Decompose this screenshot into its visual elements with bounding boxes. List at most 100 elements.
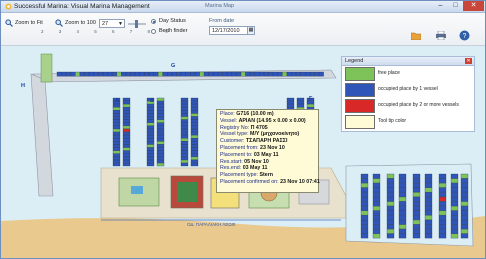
berth-slot[interactable] (180, 144, 189, 148)
berth-slot[interactable] (438, 210, 447, 216)
berth-slot[interactable] (306, 104, 315, 108)
berth-slot[interactable] (386, 187, 395, 193)
berth-slot[interactable] (450, 173, 459, 179)
maximize-button[interactable]: □ (448, 1, 463, 11)
berth-slot[interactable] (386, 173, 395, 179)
berth-slot[interactable] (156, 119, 165, 123)
berth-slot[interactable] (122, 144, 131, 148)
berth-slot[interactable] (190, 110, 199, 114)
berth-slot[interactable] (156, 162, 165, 167)
berth-slot[interactable] (438, 187, 447, 193)
berth-slot[interactable] (398, 201, 407, 207)
berth-slot[interactable] (360, 201, 369, 207)
berth-slot[interactable] (122, 153, 131, 157)
berth-slot[interactable] (146, 113, 155, 117)
berth-slot[interactable] (386, 233, 395, 239)
berth-slot[interactable] (438, 206, 447, 211)
berth-slot[interactable] (360, 206, 369, 211)
berth-slot[interactable] (112, 110, 121, 114)
berth-slot[interactable] (460, 224, 469, 230)
berth-finder-option[interactable]: Berth finder (151, 28, 187, 34)
berth-slot[interactable] (286, 97, 295, 102)
berth-slot[interactable] (180, 125, 189, 129)
berth-slot[interactable] (398, 196, 407, 202)
berth-slot[interactable] (398, 219, 407, 225)
berth-slot[interactable] (460, 210, 469, 216)
berth-slot[interactable] (412, 206, 421, 211)
berth-slot[interactable] (424, 206, 433, 211)
berth-slot[interactable] (412, 196, 421, 202)
berth-slot[interactable] (372, 201, 381, 207)
berth-slot[interactable] (424, 215, 433, 220)
berth-slot[interactable] (190, 159, 199, 164)
berth-slot[interactable] (412, 173, 421, 179)
berth-slot[interactable] (156, 147, 165, 151)
berth-slot[interactable] (146, 159, 155, 164)
berth-slot[interactable] (180, 100, 189, 105)
berth-slot[interactable] (122, 110, 131, 114)
berth-slot[interactable] (180, 107, 189, 111)
berth-slot[interactable] (208, 71, 214, 77)
berth-slot[interactable] (180, 97, 189, 102)
berth-slot[interactable] (372, 187, 381, 193)
berth-slot[interactable] (167, 71, 172, 77)
berth-slot[interactable] (460, 183, 469, 188)
zoom-to-fit-button[interactable]: Zoom to Fit (4, 16, 44, 29)
berth-slot[interactable] (386, 229, 395, 234)
berth-slot[interactable] (190, 107, 199, 111)
berth-slot[interactable] (122, 128, 131, 133)
berth-slot[interactable] (438, 173, 447, 179)
berth-slot[interactable] (122, 141, 131, 145)
berth-slot[interactable] (122, 156, 131, 160)
berth-slot[interactable] (450, 215, 459, 220)
berth-slot[interactable] (121, 71, 126, 77)
berth-slot[interactable] (146, 119, 155, 123)
berth-slot[interactable] (372, 192, 381, 197)
berth-slot[interactable] (146, 147, 155, 151)
berth-slot[interactable] (181, 71, 186, 77)
berth-slot[interactable] (146, 116, 155, 120)
berth-slot[interactable] (386, 192, 395, 197)
berth-slot[interactable] (386, 201, 395, 207)
berth-slot[interactable] (412, 233, 421, 239)
berth-slot[interactable] (450, 233, 459, 239)
berth-slot[interactable] (158, 71, 163, 77)
minimize-button[interactable]: – (433, 1, 448, 11)
berth-slot[interactable] (360, 187, 369, 193)
berth-slot[interactable] (213, 71, 218, 77)
berth-slot[interactable] (112, 138, 121, 142)
berth-slot[interactable] (268, 71, 274, 77)
berth-slot[interactable] (360, 210, 369, 216)
berth-slot[interactable] (156, 135, 165, 139)
berth-slot[interactable] (180, 153, 189, 157)
berth-slot[interactable] (386, 219, 395, 225)
berth-slot[interactable] (240, 71, 246, 77)
berth-slot[interactable] (236, 71, 241, 77)
berth-slot[interactable] (190, 144, 199, 148)
berth-slot[interactable] (180, 104, 189, 108)
berth-slot[interactable] (360, 173, 369, 179)
berth-slot[interactable] (190, 113, 199, 117)
berth-slot[interactable] (190, 138, 199, 142)
berth-slot[interactable] (398, 215, 407, 220)
berth-slot[interactable] (122, 97, 131, 102)
berth-slot[interactable] (56, 71, 62, 77)
berth-slot[interactable] (156, 104, 165, 108)
zoom-level-combo[interactable]: 27 ▼ (99, 19, 125, 28)
berth-slot[interactable] (438, 201, 447, 207)
berth-slot[interactable] (185, 71, 191, 77)
berth-slot[interactable] (156, 107, 165, 111)
berth-slot[interactable] (412, 229, 421, 234)
berth-slot[interactable] (398, 233, 407, 239)
berth-slot[interactable] (180, 135, 189, 139)
berth-slot[interactable] (146, 107, 155, 111)
berth-slot[interactable] (190, 125, 199, 129)
berth-slot[interactable] (146, 110, 155, 114)
berth-slot[interactable] (386, 215, 395, 220)
berth-slot[interactable] (450, 196, 459, 202)
berth-slot[interactable] (277, 71, 283, 77)
berth-slot[interactable] (122, 150, 131, 154)
berth-slot[interactable] (146, 135, 155, 139)
berth-slot[interactable] (398, 187, 407, 193)
berth-slot[interactable] (122, 162, 131, 167)
